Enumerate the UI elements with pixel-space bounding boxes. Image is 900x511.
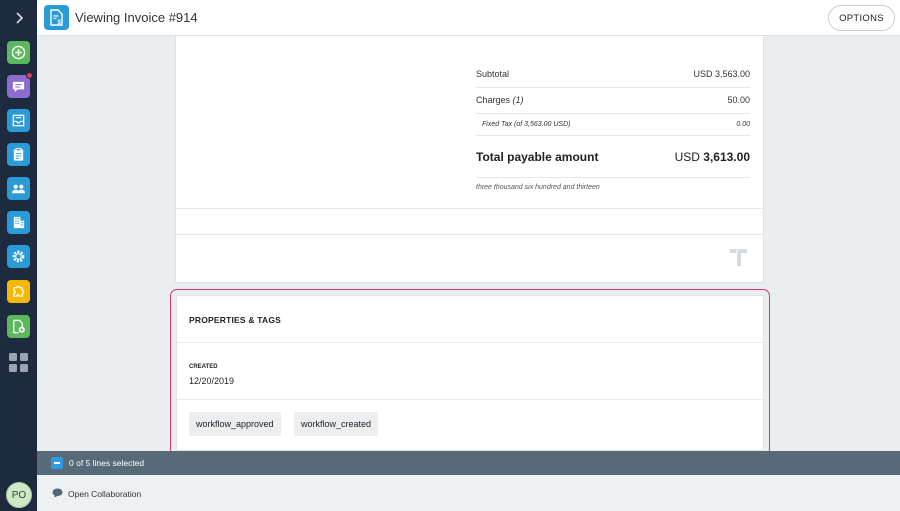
charges-value: 50.00 bbox=[727, 95, 750, 105]
options-button[interactable]: OPTIONS bbox=[828, 5, 895, 31]
page-header: $ Viewing Invoice #914 OPTIONS bbox=[37, 0, 900, 36]
charges-count: (1) bbox=[512, 95, 524, 105]
properties-title: PROPERTIES & TAGS bbox=[189, 315, 282, 325]
brand-logo-icon bbox=[730, 249, 747, 266]
charges-row: Charges (1) 50.00 bbox=[476, 88, 750, 114]
fixed-tax-value: 0.00 bbox=[736, 121, 750, 128]
total-currency: USD bbox=[674, 150, 700, 164]
gear-icon bbox=[12, 250, 25, 263]
divider bbox=[177, 342, 763, 343]
fixed-tax-label: Fixed Tax (of 3,563.00 USD) bbox=[482, 121, 571, 128]
subtotal-label: Subtotal bbox=[476, 69, 510, 79]
footer-bar: Open Collaboration bbox=[37, 475, 900, 511]
sidebar: PO bbox=[0, 0, 37, 511]
subtotal-value: USD 3,563.00 bbox=[693, 69, 750, 79]
page-title: Viewing Invoice #914 bbox=[75, 10, 198, 25]
sidebar-item-messages[interactable] bbox=[7, 72, 33, 98]
inbox-icon bbox=[12, 114, 25, 127]
puzzle-icon bbox=[13, 285, 25, 297]
sidebar-item-settings[interactable] bbox=[7, 245, 30, 268]
selection-bar: 0 of 5 lines selected bbox=[37, 451, 900, 475]
open-collaboration-link[interactable]: Open Collaboration bbox=[68, 489, 141, 499]
document-add-icon bbox=[13, 319, 25, 334]
properties-panel: PROPERTIES & TAGS CREATED 12/20/2019 wor… bbox=[176, 295, 764, 451]
apps-grid-icon[interactable] bbox=[9, 353, 28, 372]
fixed-tax-row: Fixed Tax (of 3,563.00 USD) 0.00 bbox=[476, 114, 750, 136]
chat-bubble-icon[interactable] bbox=[52, 488, 63, 498]
select-all-checkbox[interactable] bbox=[51, 457, 63, 469]
total-label: Total payable amount bbox=[476, 150, 599, 164]
divider bbox=[176, 234, 763, 235]
people-icon bbox=[11, 184, 26, 194]
building-icon bbox=[13, 216, 25, 229]
sidebar-item-create[interactable] bbox=[7, 41, 30, 64]
invoice-preview: Subtotal USD 3,563.00 Charges (1) 50.00 … bbox=[175, 36, 764, 283]
divider bbox=[176, 208, 763, 209]
chat-icon bbox=[12, 81, 25, 93]
divider bbox=[177, 399, 763, 400]
totals-table: Subtotal USD 3,563.00 Charges (1) 50.00 … bbox=[476, 62, 750, 178]
selection-status: 0 of 5 lines selected bbox=[69, 458, 145, 468]
tag-chip[interactable]: workflow_created bbox=[294, 412, 379, 436]
total-amount: USD 3,613.00 bbox=[675, 150, 750, 164]
plus-icon bbox=[11, 45, 26, 60]
invoice-icon: $ bbox=[44, 5, 69, 30]
created-date: 12/20/2019 bbox=[189, 376, 235, 386]
sidebar-item-new-document[interactable] bbox=[7, 315, 30, 338]
subtotal-row: Subtotal USD 3,563.00 bbox=[476, 62, 750, 88]
charges-label: Charges bbox=[476, 95, 511, 105]
user-avatar[interactable]: PO bbox=[6, 482, 32, 508]
sidebar-item-inbox[interactable] bbox=[7, 109, 30, 132]
chevron-right-icon bbox=[15, 12, 23, 24]
sidebar-item-tasks[interactable] bbox=[7, 143, 30, 166]
sidebar-item-companies[interactable] bbox=[7, 211, 30, 234]
notification-dot bbox=[26, 72, 33, 79]
total-row: Total payable amount USD 3,613.00 bbox=[476, 136, 750, 178]
sidebar-item-contacts[interactable] bbox=[7, 177, 30, 200]
created-label: CREATED bbox=[189, 364, 218, 370]
sidebar-item-integrations[interactable] bbox=[7, 280, 30, 303]
charges-label-group: Charges (1) bbox=[476, 95, 524, 105]
total-value: 3,613.00 bbox=[703, 150, 750, 164]
expand-sidebar-button[interactable] bbox=[0, 0, 37, 36]
clipboard-icon bbox=[13, 147, 24, 161]
tag-chip[interactable]: workflow_approved bbox=[189, 412, 281, 436]
amount-in-words: three thousand six hundred and thirteen bbox=[476, 184, 600, 191]
